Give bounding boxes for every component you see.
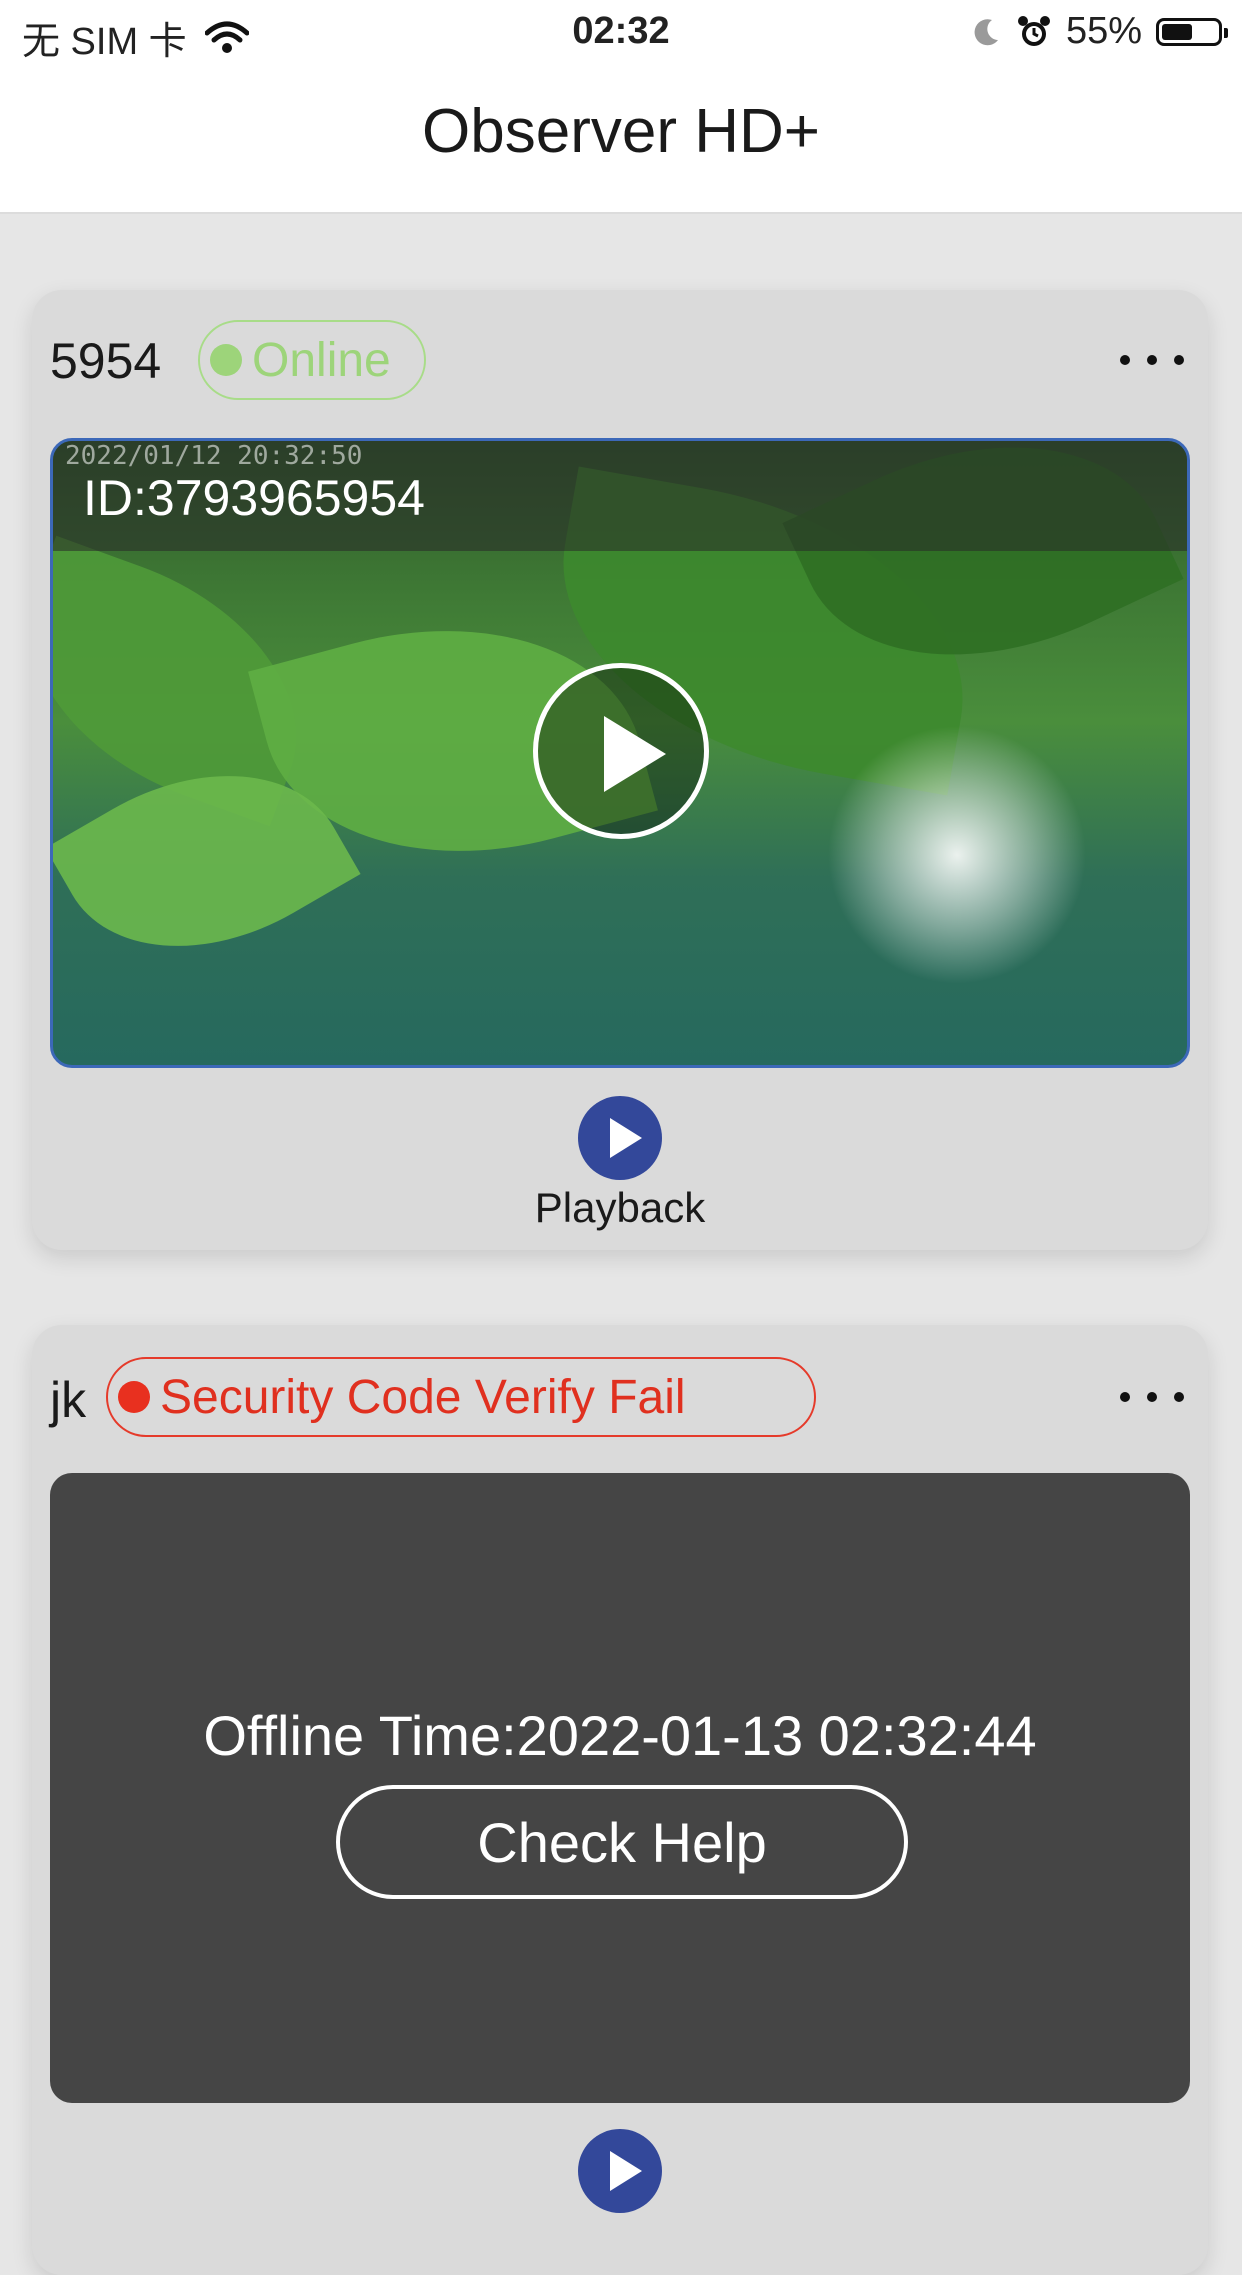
offline-time: Offline Time:2022-01-13 02:32:44: [203, 1704, 1037, 1767]
battery-icon: [1156, 17, 1228, 46]
status-label: Online: [252, 333, 391, 387]
playback-button[interactable]: Playback: [32, 1096, 1208, 1232]
alarm-icon: [1017, 15, 1050, 46]
offline-panel: Offline Time:2022-01-13 02:32:44 Check H…: [50, 1473, 1190, 2103]
error-dot-icon: [118, 1381, 150, 1413]
camera-preview[interactable]: 2022/01/12 20:32:50 ID:3793965954: [50, 438, 1190, 1068]
light-glare: [827, 725, 1087, 985]
play-live-icon[interactable]: [533, 663, 709, 839]
status-right: 55%: [970, 10, 1228, 53]
status-badge: Security Code Verify Fail: [106, 1357, 816, 1437]
nav-bar: Observer HD+: [0, 66, 1242, 214]
more-options-icon[interactable]: [1120, 350, 1184, 370]
status-label: Security Code Verify Fail: [160, 1370, 686, 1424]
playback-icon[interactable]: [578, 1096, 662, 1180]
status-bar: 无 SIM 卡 02:32 55%: [0, 0, 1242, 66]
video-timestamp: 2022/01/12 20:32:50: [65, 441, 363, 471]
device-card[interactable]: 5954 Online 2022/01/12 20:32:50 ID:37939…: [32, 290, 1208, 1250]
device-name: 5954: [50, 333, 162, 389]
check-help-button[interactable]: Check Help: [336, 1785, 908, 1899]
online-dot-icon: [210, 344, 242, 376]
playback-icon[interactable]: [578, 2129, 662, 2213]
more-options-icon[interactable]: [1120, 1387, 1184, 1407]
status-badge: Online: [198, 320, 426, 400]
camera-id: ID:3793965954: [83, 470, 425, 526]
page-title: Observer HD+: [422, 97, 820, 166]
playback-label: Playback: [534, 1184, 706, 1231]
battery-percent: 55%: [1065, 10, 1142, 52]
device-card[interactable]: jk Security Code Verify Fail Offline Tim…: [32, 1325, 1208, 2275]
device-name: jk: [50, 1372, 87, 1428]
playback-button[interactable]: [32, 2129, 1208, 2213]
moon-icon: [974, 18, 998, 45]
